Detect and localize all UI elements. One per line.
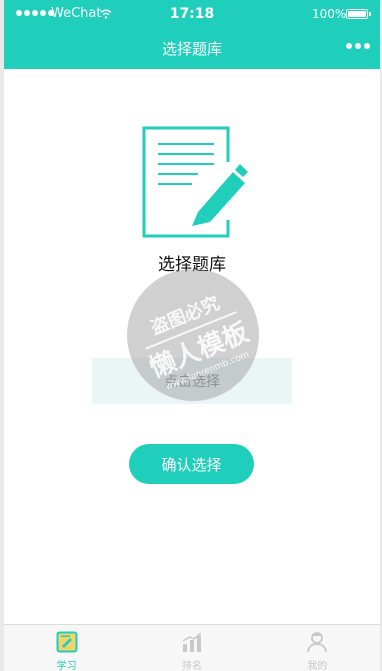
ranking-icon [182, 632, 202, 652]
tab-ranking[interactable]: 排名 [129, 625, 254, 671]
page-title: 选择题库 [161, 40, 222, 58]
tab-bar: 学习 排名 我的 [4, 624, 380, 671]
confirm-selection-button[interactable]: 确认选择 [129, 444, 254, 484]
watermark-line1: 盗图必究 [148, 292, 223, 339]
phone-screen: WeChat 17:18 100% 选择题库 选择题库 点击选择 盗图必究 懒人… [4, 0, 380, 671]
app-header: WeChat 17:18 100% 选择题库 [4, 0, 380, 69]
battery-percent: 100% [312, 7, 347, 21]
select-placeholder: 点击选择 [164, 374, 220, 390]
tab-profile-label: 我的 [307, 661, 328, 671]
study-icon [56, 631, 78, 653]
status-bar: WeChat 17:18 100% [4, 0, 380, 30]
section-label: 选择题库 [158, 255, 226, 275]
tab-ranking-label: 排名 [181, 661, 202, 671]
document-edit-icon [142, 126, 248, 238]
tab-profile[interactable]: 我的 [255, 625, 380, 671]
tab-study-label: 学习 [56, 661, 77, 671]
more-options-icon[interactable] [346, 43, 370, 49]
tab-study[interactable]: 学习 [4, 625, 129, 671]
profile-icon [307, 632, 328, 653]
battery-icon [346, 9, 371, 19]
question-bank-select[interactable]: 点击选择 [92, 358, 292, 404]
